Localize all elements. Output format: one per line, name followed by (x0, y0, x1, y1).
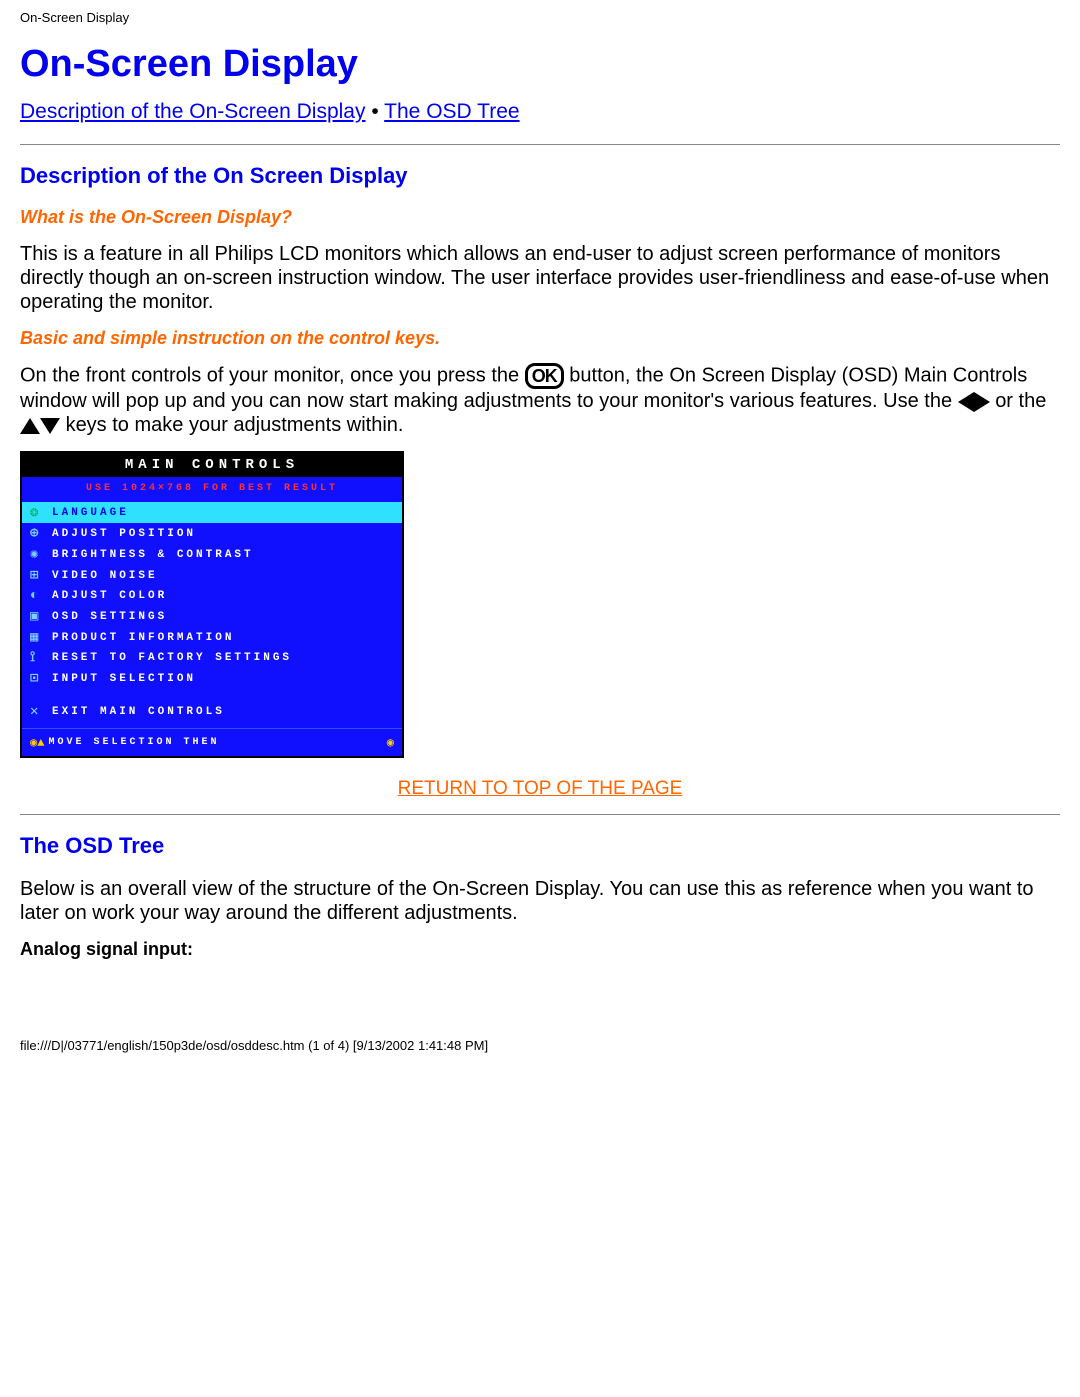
subheading-analog-input: Analog signal input: (20, 939, 1060, 960)
arrow-up-icon (20, 418, 40, 434)
osd-item-icon: ◐ (30, 588, 52, 604)
osd-item-label: OSD SETTINGS (52, 611, 167, 623)
page-title: On-Screen Display (20, 43, 1060, 86)
osd-item-icon: ⟟ (30, 650, 52, 666)
osd-item-label: PRODUCT INFORMATION (52, 632, 234, 644)
osd-menu-item[interactable]: ▣OSD SETTINGS (22, 606, 402, 627)
divider (20, 814, 1060, 815)
osd-menu-item[interactable]: ⟟RESET TO FACTORY SETTINGS (22, 648, 402, 668)
osd-menu-item[interactable]: ◐ADJUST COLOR (22, 586, 402, 606)
osd-menu-item[interactable]: ✕EXIT MAIN CONTROLS (22, 701, 402, 722)
osd-item-icon: ❂ (30, 504, 52, 521)
osd-item-icon: ⊞ (30, 567, 52, 584)
paragraph-controls: On the front controls of your monitor, o… (20, 363, 1060, 437)
section-heading-osd-tree: The OSD Tree (20, 833, 1060, 859)
toc-bullet: • (371, 100, 378, 123)
osd-menu-list: ❂LANGUAGE⊕ADJUST POSITION✺BRIGHTNESS & C… (22, 496, 402, 728)
osd-item-label: LANGUAGE (52, 507, 129, 519)
arrow-right-icon (974, 392, 990, 412)
table-of-contents: Description of the On-Screen Display • T… (20, 100, 1060, 124)
return-to-top-link[interactable]: RETURN TO TOP OF THE PAGE (398, 778, 683, 799)
paragraph-description: This is a feature in all Philips LCD mon… (20, 242, 1060, 314)
osd-footer: ◉▲ MOVE SELECTION THEN ◉ (22, 728, 402, 756)
osd-menu-item[interactable]: ⊡INPUT SELECTION (22, 668, 402, 689)
osd-footer-ok-icon: ◉ (387, 735, 394, 750)
osd-item-icon: ⊕ (30, 525, 52, 542)
toc-link-osd-tree[interactable]: The OSD Tree (384, 100, 519, 123)
osd-item-label: INPUT SELECTION (52, 673, 196, 685)
osd-item-icon: ▦ (30, 629, 52, 646)
header-breadcrumb: On-Screen Display (0, 0, 1080, 25)
osd-item-icon: ⊡ (30, 670, 52, 687)
osd-footer-text: MOVE SELECTION THEN (48, 737, 219, 748)
osd-item-label: EXIT MAIN CONTROLS (52, 706, 225, 718)
page-footer-path: file:///D|/03771/english/150p3de/osd/osd… (0, 1030, 1080, 1059)
osd-item-label: ADJUST COLOR (52, 590, 167, 602)
osd-item-icon: ✺ (30, 546, 52, 563)
osd-item-label: VIDEO NOISE (52, 570, 158, 582)
osd-menu-item[interactable]: ⊕ADJUST POSITION (22, 523, 402, 544)
osd-resolution-notice: USE 1024×768 FOR BEST RESULT (22, 477, 402, 496)
arrow-down-icon (40, 418, 60, 434)
toc-link-description[interactable]: Description of the On-Screen Display (20, 100, 366, 123)
osd-menu-item[interactable]: ⊞VIDEO NOISE (22, 565, 402, 586)
osd-title: MAIN CONTROLS (22, 453, 402, 477)
section-heading-description: Description of the On Screen Display (20, 163, 1060, 189)
arrow-left-icon (958, 392, 974, 412)
osd-item-icon: ▣ (30, 608, 52, 625)
ok-button-icon: OK (525, 363, 564, 389)
osd-item-label: RESET TO FACTORY SETTINGS (52, 652, 292, 664)
subheading-what-is-osd: What is the On-Screen Display? (20, 207, 1060, 228)
osd-main-controls-panel: MAIN CONTROLS USE 1024×768 FOR BEST RESU… (20, 451, 404, 758)
osd-item-label: BRIGHTNESS & CONTRAST (52, 549, 254, 561)
osd-menu-item[interactable]: ❂LANGUAGE (22, 502, 402, 523)
paragraph-osd-tree: Below is an overall view of the structur… (20, 877, 1060, 925)
divider (20, 144, 1060, 145)
osd-menu-item[interactable]: ✺BRIGHTNESS & CONTRAST (22, 544, 402, 565)
osd-footer-nav-icon: ◉▲ (30, 735, 44, 750)
osd-item-label: ADJUST POSITION (52, 528, 196, 540)
subheading-control-keys: Basic and simple instruction on the cont… (20, 328, 1060, 349)
osd-menu-item[interactable]: ▦PRODUCT INFORMATION (22, 627, 402, 648)
osd-item-icon: ✕ (30, 703, 52, 720)
